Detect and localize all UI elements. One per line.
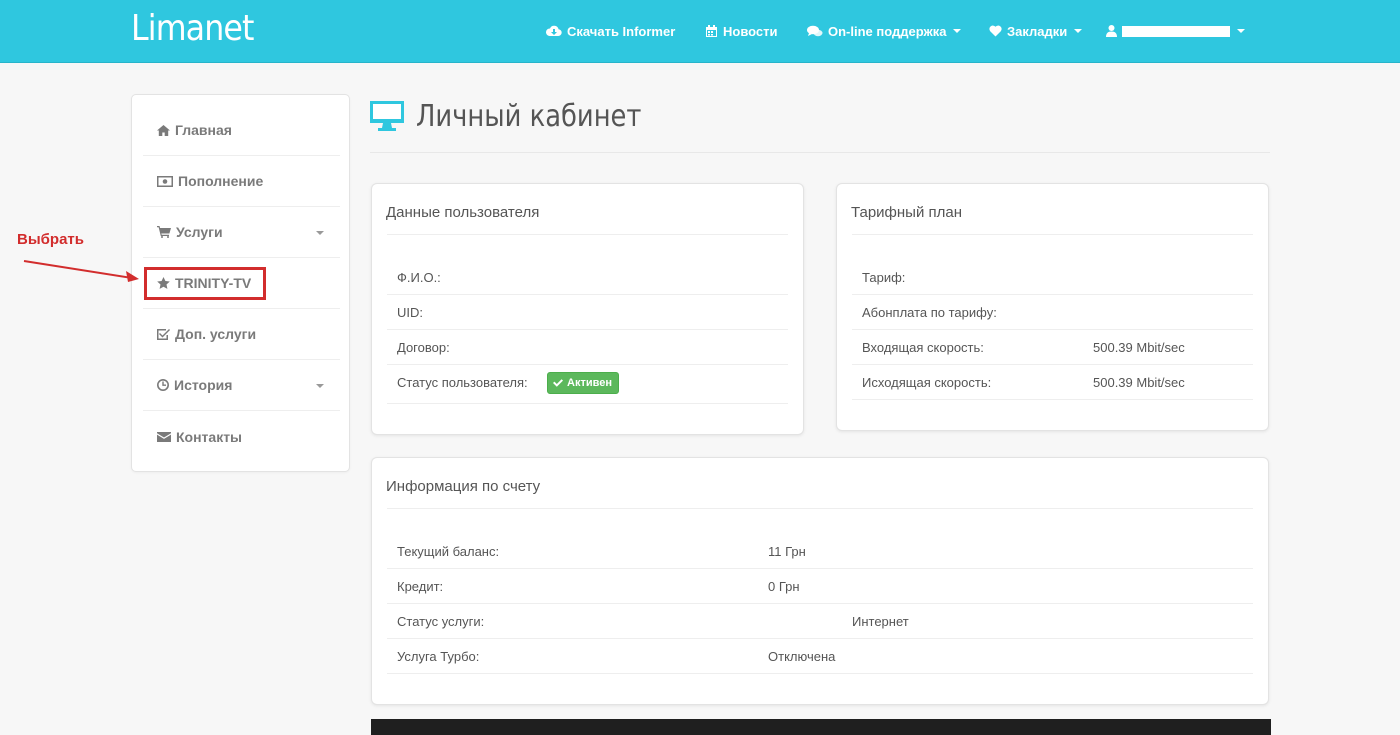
sidebar-item-label: Пополнение — [178, 173, 264, 189]
table-row: Услуга Турбо: Отключена — [387, 639, 1253, 674]
row-key: Тариф: — [862, 270, 906, 285]
nav-news-label: Новости — [723, 23, 778, 39]
nav-support-label: On-line поддержка — [828, 23, 947, 39]
row-key: Текущий баланс: — [397, 544, 500, 559]
row-value: 500.39 Mbit/sec — [1093, 375, 1185, 390]
panel-divider — [387, 234, 788, 235]
sidebar-item-label: Контакты — [176, 428, 243, 445]
top-navbar: Limanet Скачать Informer Новости On-line… — [0, 0, 1400, 63]
nav-download-informer[interactable]: Скачать Informer — [546, 22, 675, 40]
row-value: Интернет — [852, 614, 909, 629]
row-key: Ф.И.О.: — [397, 270, 441, 285]
redacted-username — [1122, 25, 1230, 37]
row-key: Услуга Турбо: — [397, 649, 480, 664]
check-icon — [553, 379, 563, 387]
panel-divider — [387, 508, 1253, 509]
panel-title: Тарифный план — [851, 204, 963, 221]
checkbox-icon — [157, 329, 170, 340]
comments-icon — [807, 25, 823, 36]
row-key: Исходящая скорость: — [862, 375, 992, 390]
table-row: Договор: — [387, 330, 788, 365]
calendar-icon — [706, 24, 717, 37]
money-icon — [157, 175, 173, 187]
page-title: Личный кабинет — [416, 98, 642, 134]
table-row: Кредит: 0 Грн — [387, 569, 1253, 604]
table-row: Абонплата по тарифу: — [852, 295, 1253, 330]
user-icon — [1106, 25, 1117, 37]
nav-bookmarks[interactable]: Закладки — [989, 22, 1083, 40]
nav-user-menu[interactable] — [1106, 22, 1245, 40]
nav-bookmarks-label: Закладки — [1007, 23, 1068, 39]
chevron-down-icon — [1237, 29, 1245, 33]
panel-divider — [852, 234, 1253, 235]
row-key: Статус пользователя: — [397, 375, 528, 390]
row-value: 500.39 Mbit/sec — [1093, 340, 1185, 355]
panel-title: Информация по счету — [386, 478, 541, 495]
tariff-plan-panel: Тарифный план Тариф: Абонплата по тарифу… — [836, 183, 1269, 431]
table-row: Текущий баланс: 11 Грн — [387, 534, 1253, 569]
chevron-down-icon — [316, 231, 324, 235]
bottom-dark-banner — [371, 719, 1271, 735]
sidebar-item-label: Главная — [175, 122, 232, 138]
heart-icon — [989, 25, 1002, 37]
user-data-panel: Данные пользователя Ф.И.О.: UID: Договор… — [371, 183, 804, 435]
row-key: UID: — [397, 305, 423, 320]
chevron-down-icon — [953, 29, 962, 33]
sidebar-item-label: Услуги — [176, 224, 223, 240]
clock-icon — [157, 379, 169, 391]
annotation-highlight-box — [144, 267, 266, 300]
sidebar-item-label: История — [174, 377, 233, 393]
home-icon — [157, 124, 170, 136]
row-value: 11 Грн — [768, 544, 806, 559]
nav-news[interactable]: Новости — [705, 22, 778, 40]
status-badge-label: Активен — [567, 377, 612, 389]
brand-logo[interactable]: Limanet — [131, 8, 254, 49]
annotation-label: Выбрать — [17, 231, 84, 248]
table-row: Исходящая скорость: 500.39 Mbit/sec — [852, 365, 1253, 400]
row-key: Кредит: — [397, 579, 444, 594]
row-value: 0 Грн — [768, 579, 800, 594]
row-value: Отключена — [768, 649, 836, 664]
table-row: Ф.И.О.: — [387, 260, 788, 295]
nav-download-label: Скачать Informer — [567, 23, 676, 39]
row-key: Статус услуги: — [397, 614, 485, 629]
sidebar-item-history[interactable]: История — [143, 360, 340, 411]
page-header: Личный кабинет — [370, 96, 678, 136]
account-info-panel: Информация по счету Текущий баланс: 11 Г… — [371, 457, 1269, 705]
envelope-icon — [157, 431, 171, 442]
table-row: Статус услуги: Интернет — [387, 604, 1253, 639]
row-key: Входящая скорость: — [862, 340, 984, 355]
sidebar-item-label: Доп. услуги — [175, 326, 257, 342]
row-key: Договор: — [397, 340, 450, 355]
table-row: UID: — [387, 295, 788, 330]
cart-icon — [157, 226, 171, 238]
sidebar-item-home[interactable]: Главная — [143, 105, 340, 156]
table-row: Статус пользователя: Активен — [387, 365, 788, 404]
cloud-download-icon — [546, 25, 562, 37]
chevron-down-icon — [1074, 29, 1083, 33]
title-divider — [370, 152, 1270, 153]
annotation-arrow-icon — [23, 260, 139, 282]
sidebar-item-topup[interactable]: Пополнение — [143, 156, 340, 207]
status-badge: Активен — [547, 372, 619, 394]
nav-online-support[interactable]: On-line поддержка — [807, 22, 962, 40]
chevron-down-icon — [316, 384, 324, 388]
row-key: Абонплата по тарифу: — [862, 305, 997, 320]
sidebar-item-services[interactable]: Услуги — [143, 207, 340, 258]
panel-title: Данные пользователя — [386, 204, 540, 221]
table-row: Тариф: — [852, 260, 1253, 295]
sidebar-item-extra-services[interactable]: Доп. услуги — [143, 309, 340, 360]
table-row: Входящая скорость: 500.39 Mbit/sec — [852, 330, 1253, 365]
desktop-icon — [370, 101, 404, 131]
sidebar-item-contacts[interactable]: Контакты — [143, 411, 340, 462]
